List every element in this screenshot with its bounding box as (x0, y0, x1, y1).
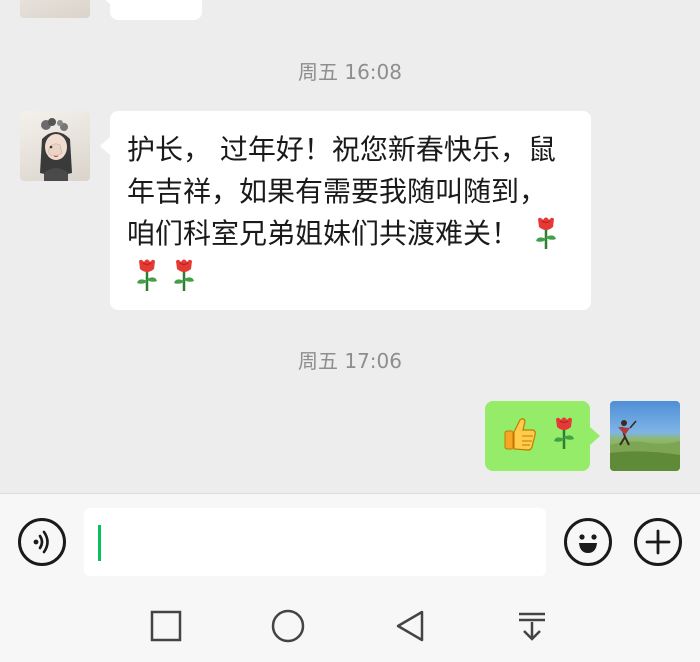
self-avatar[interactable] (610, 401, 680, 471)
text-caret (98, 525, 101, 561)
contact-avatar-image (40, 118, 72, 181)
recent-apps-button[interactable] (148, 608, 184, 644)
system-nav-bar (0, 586, 700, 662)
back-icon (396, 610, 424, 642)
self-avatar-image (610, 420, 680, 471)
timestamp: 周五 17:06 (298, 349, 402, 373)
more-button[interactable] (634, 518, 682, 566)
voice-button[interactable] (18, 518, 66, 566)
rose-emoji-icon (169, 257, 199, 293)
contact-avatar[interactable] (20, 111, 90, 181)
rose-emoji-icon (531, 215, 561, 251)
notification-pull-icon (519, 612, 545, 641)
message-input[interactable] (84, 508, 546, 576)
message-text: 护长， 过年好！祝您新春快乐，鼠 年吉祥，如果有需要我随叫随到， 咱们科室兄弟姐… (127, 133, 556, 250)
home-icon (271, 609, 305, 643)
recent-apps-icon (150, 610, 182, 642)
voice-icon (33, 530, 49, 554)
emoji-button[interactable] (564, 518, 612, 566)
thumbs-up-emoji-icon (502, 415, 538, 453)
incoming-message-bubble[interactable]: 护长， 过年好！祝您新春快乐，鼠 年吉祥，如果有需要我随叫随到， 咱们科室兄弟姐… (100, 111, 591, 310)
outgoing-message-bubble[interactable] (485, 401, 600, 471)
contact-avatar[interactable] (20, 0, 90, 18)
rose-emoji-icon (132, 257, 162, 293)
home-button[interactable] (270, 608, 306, 644)
emoji-icon (579, 534, 597, 553)
chat-area[interactable]: 周五 16:08 护长， 过年好！祝您新春快乐，鼠 年吉祥，如果有需要我随叫随到… (0, 0, 700, 493)
back-button[interactable] (392, 608, 428, 644)
input-bar (0, 493, 700, 586)
plus-icon (645, 529, 671, 555)
previous-message-bubble[interactable] (100, 0, 202, 20)
notification-pull-button[interactable] (514, 608, 550, 644)
rose-emoji-icon (549, 415, 579, 451)
timestamp: 周五 16:08 (298, 60, 402, 84)
